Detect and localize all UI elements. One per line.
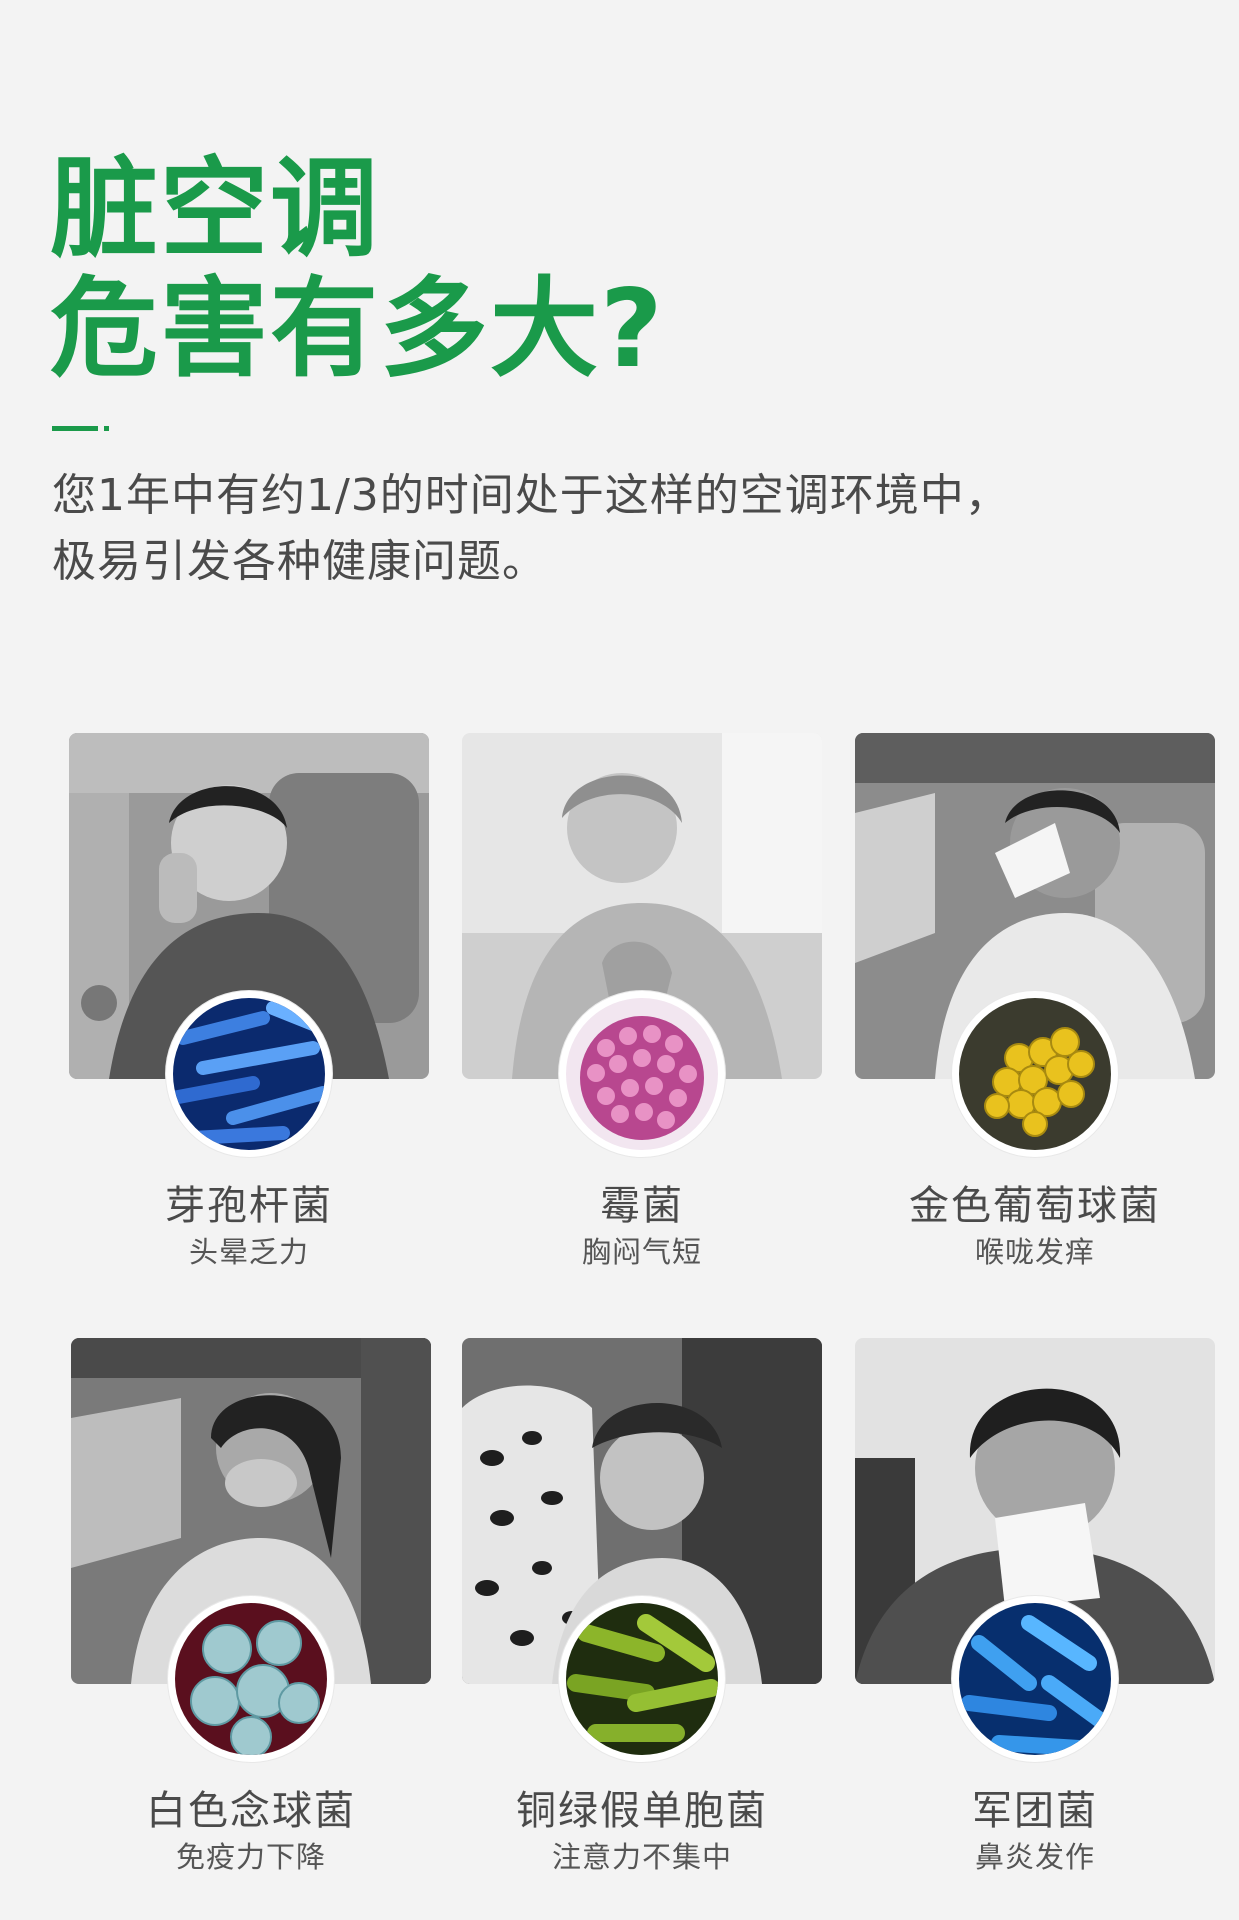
microbe-name: 霉菌	[600, 1183, 684, 1229]
rod-bacteria-green-icon	[559, 1596, 725, 1762]
accent-dash	[52, 426, 98, 431]
hazard-card: 霉菌 胸闷气短	[462, 733, 822, 1269]
symptom-text: 头晕乏力	[188, 1235, 309, 1269]
hazard-card: 金色葡萄球菌 喉咙发痒	[855, 733, 1215, 1269]
symptom-text: 胸闷气短	[581, 1235, 702, 1269]
cocci-cluster-yellow-icon	[952, 991, 1118, 1157]
intro-line-1: 您1年中有约1/3的时间处于这样的空调环境中，	[52, 470, 1010, 521]
hazard-card: 芽孢杆菌 头晕乏力	[69, 733, 429, 1269]
symptom-text: 免疫力下降	[175, 1840, 326, 1874]
symptom-text: 注意力不集中	[551, 1840, 732, 1874]
rod-bacteria-blue-icon	[952, 1596, 1118, 1762]
hazard-card: 军团菌 鼻炎发作	[855, 1338, 1215, 1874]
headline-line-2: 危害有多大?	[50, 267, 665, 392]
microbe-name: 金色葡萄球菌	[909, 1183, 1161, 1229]
symptom-text: 鼻炎发作	[974, 1840, 1095, 1874]
hazard-card: 白色念球菌 免疫力下降	[71, 1338, 431, 1874]
round-cells-teal-icon	[168, 1596, 334, 1762]
microbe-name: 芽孢杆菌	[165, 1183, 333, 1229]
hazard-card: 铜绿假单胞菌 注意力不集中	[462, 1338, 822, 1874]
microbe-name: 军团菌	[972, 1788, 1098, 1834]
accent-dot	[104, 426, 109, 431]
microbe-name: 铜绿假单胞菌	[516, 1788, 768, 1834]
microbe-name: 白色念球菌	[146, 1788, 356, 1834]
intro-line-2: 极易引发各种健康问题。	[52, 536, 547, 587]
headline-line-1: 脏空调	[50, 147, 381, 272]
symptom-text: 喉咙发痒	[974, 1235, 1095, 1269]
rod-bacteria-blue-icon	[166, 991, 332, 1157]
mold-spores-pink-icon	[559, 991, 725, 1157]
